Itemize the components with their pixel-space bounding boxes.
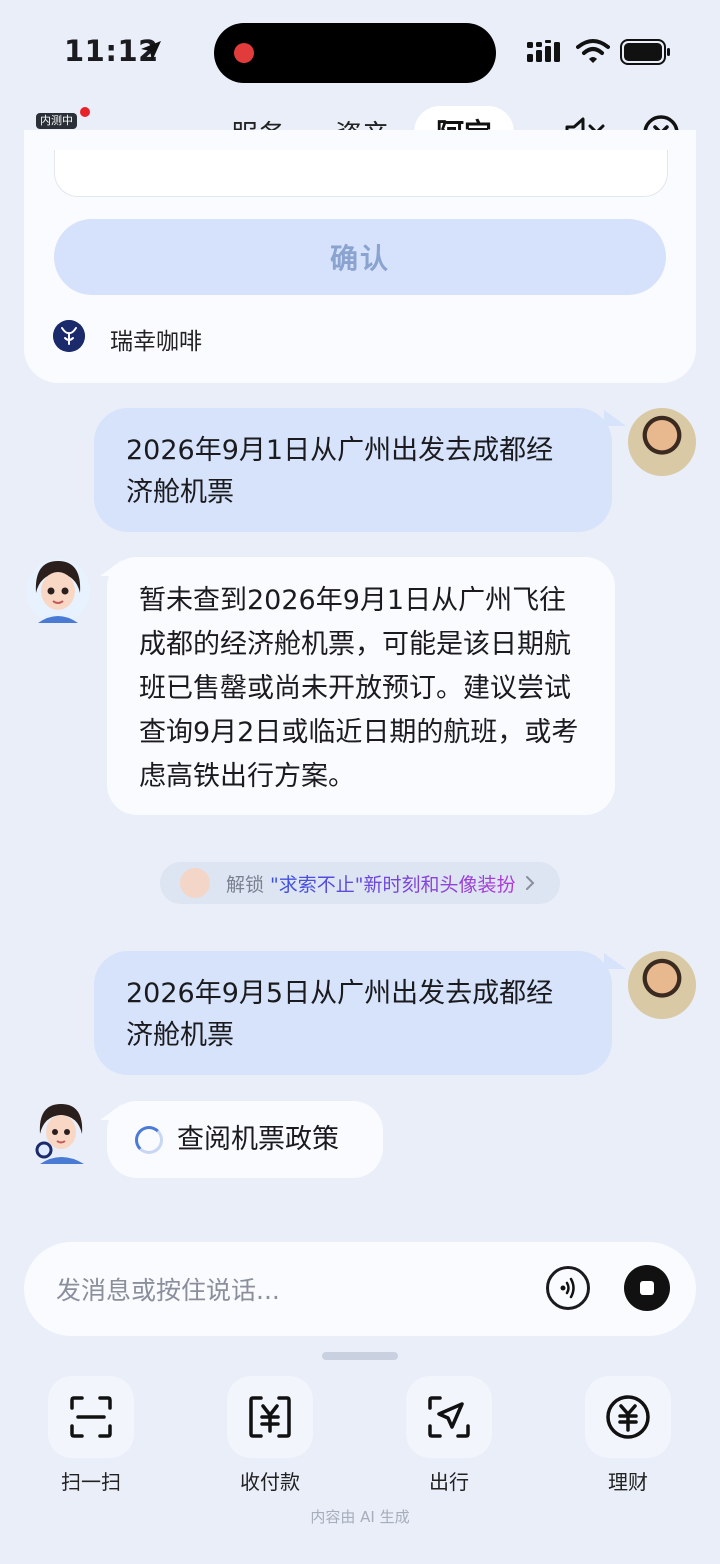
wifi-icon <box>576 39 610 63</box>
assistant-status-message: 查阅机票政策 <box>107 1101 383 1178</box>
location-arrow-icon <box>141 41 161 61</box>
payment-icon <box>249 1396 291 1438</box>
voice-wave-icon <box>560 1277 575 1299</box>
shortcut-label-wealth[interactable]: 理财 <box>568 1466 688 1495</box>
payment-shortcut[interactable] <box>227 1376 313 1458</box>
user-avatar[interactable] <box>628 951 696 1019</box>
bubble-tail <box>604 953 626 969</box>
assistant-message: 暂未查到2026年9月1日从广州飞往成都的经济舱机票，可能是该日期航班已售罄或尚… <box>107 557 615 815</box>
status-text: 查阅机票政策 <box>177 1123 339 1155</box>
message-input-placeholder[interactable]: 发消息或按住说话... <box>56 1271 280 1307</box>
confirm-button[interactable]: 确认 <box>54 219 666 295</box>
user-avatar[interactable] <box>628 408 696 476</box>
ai-disclaimer: 内容由 AI 生成 <box>310 1508 410 1526</box>
assistant-avatar[interactable] <box>30 1098 92 1166</box>
shortcut-label-payment[interactable]: 收付款 <box>210 1466 330 1495</box>
luckin-coffee-logo-icon <box>53 320 85 352</box>
travel-icon <box>428 1396 470 1438</box>
scan-icon <box>70 1396 112 1438</box>
wealth-shortcut[interactable] <box>585 1376 671 1458</box>
user-message: 2026年9月5日从广州出发去成都经济舱机票 <box>94 951 612 1075</box>
bubble-tail <box>604 410 626 426</box>
merchant-name: 瑞幸咖啡 <box>110 329 202 355</box>
unlock-highlight: "求索不止"新时刻和头像装扮 <box>270 870 515 897</box>
drawer-handle[interactable] <box>322 1352 398 1360</box>
battery-icon <box>620 39 670 65</box>
chevron-right-icon <box>525 876 534 890</box>
stop-generation-button[interactable] <box>624 1265 670 1311</box>
unlock-banner[interactable]: 解锁 "求索不止"新时刻和头像装扮 <box>160 862 560 904</box>
loading-spinner-icon <box>135 1125 163 1154</box>
recording-indicator-icon <box>234 43 254 63</box>
scan-shortcut[interactable] <box>48 1376 134 1458</box>
wealth-icon <box>606 1395 650 1439</box>
assistant-avatar[interactable] <box>24 553 92 629</box>
voice-call-button[interactable] <box>546 1266 590 1310</box>
notification-dot <box>80 107 90 117</box>
cellular-signal-icon <box>527 40 560 62</box>
dynamic-island <box>214 23 496 83</box>
travel-shortcut[interactable] <box>406 1376 492 1458</box>
shortcut-label-travel[interactable]: 出行 <box>389 1466 509 1495</box>
user-message: 2026年9月1日从广州出发去成都经济舱机票 <box>94 408 612 532</box>
shortcut-label-scan[interactable]: 扫一扫 <box>31 1466 151 1495</box>
reward-badge-icon <box>180 868 210 898</box>
unlock-prefix: 解锁 <box>226 873 265 896</box>
stop-icon <box>640 1281 654 1295</box>
order-card-field <box>54 150 668 197</box>
